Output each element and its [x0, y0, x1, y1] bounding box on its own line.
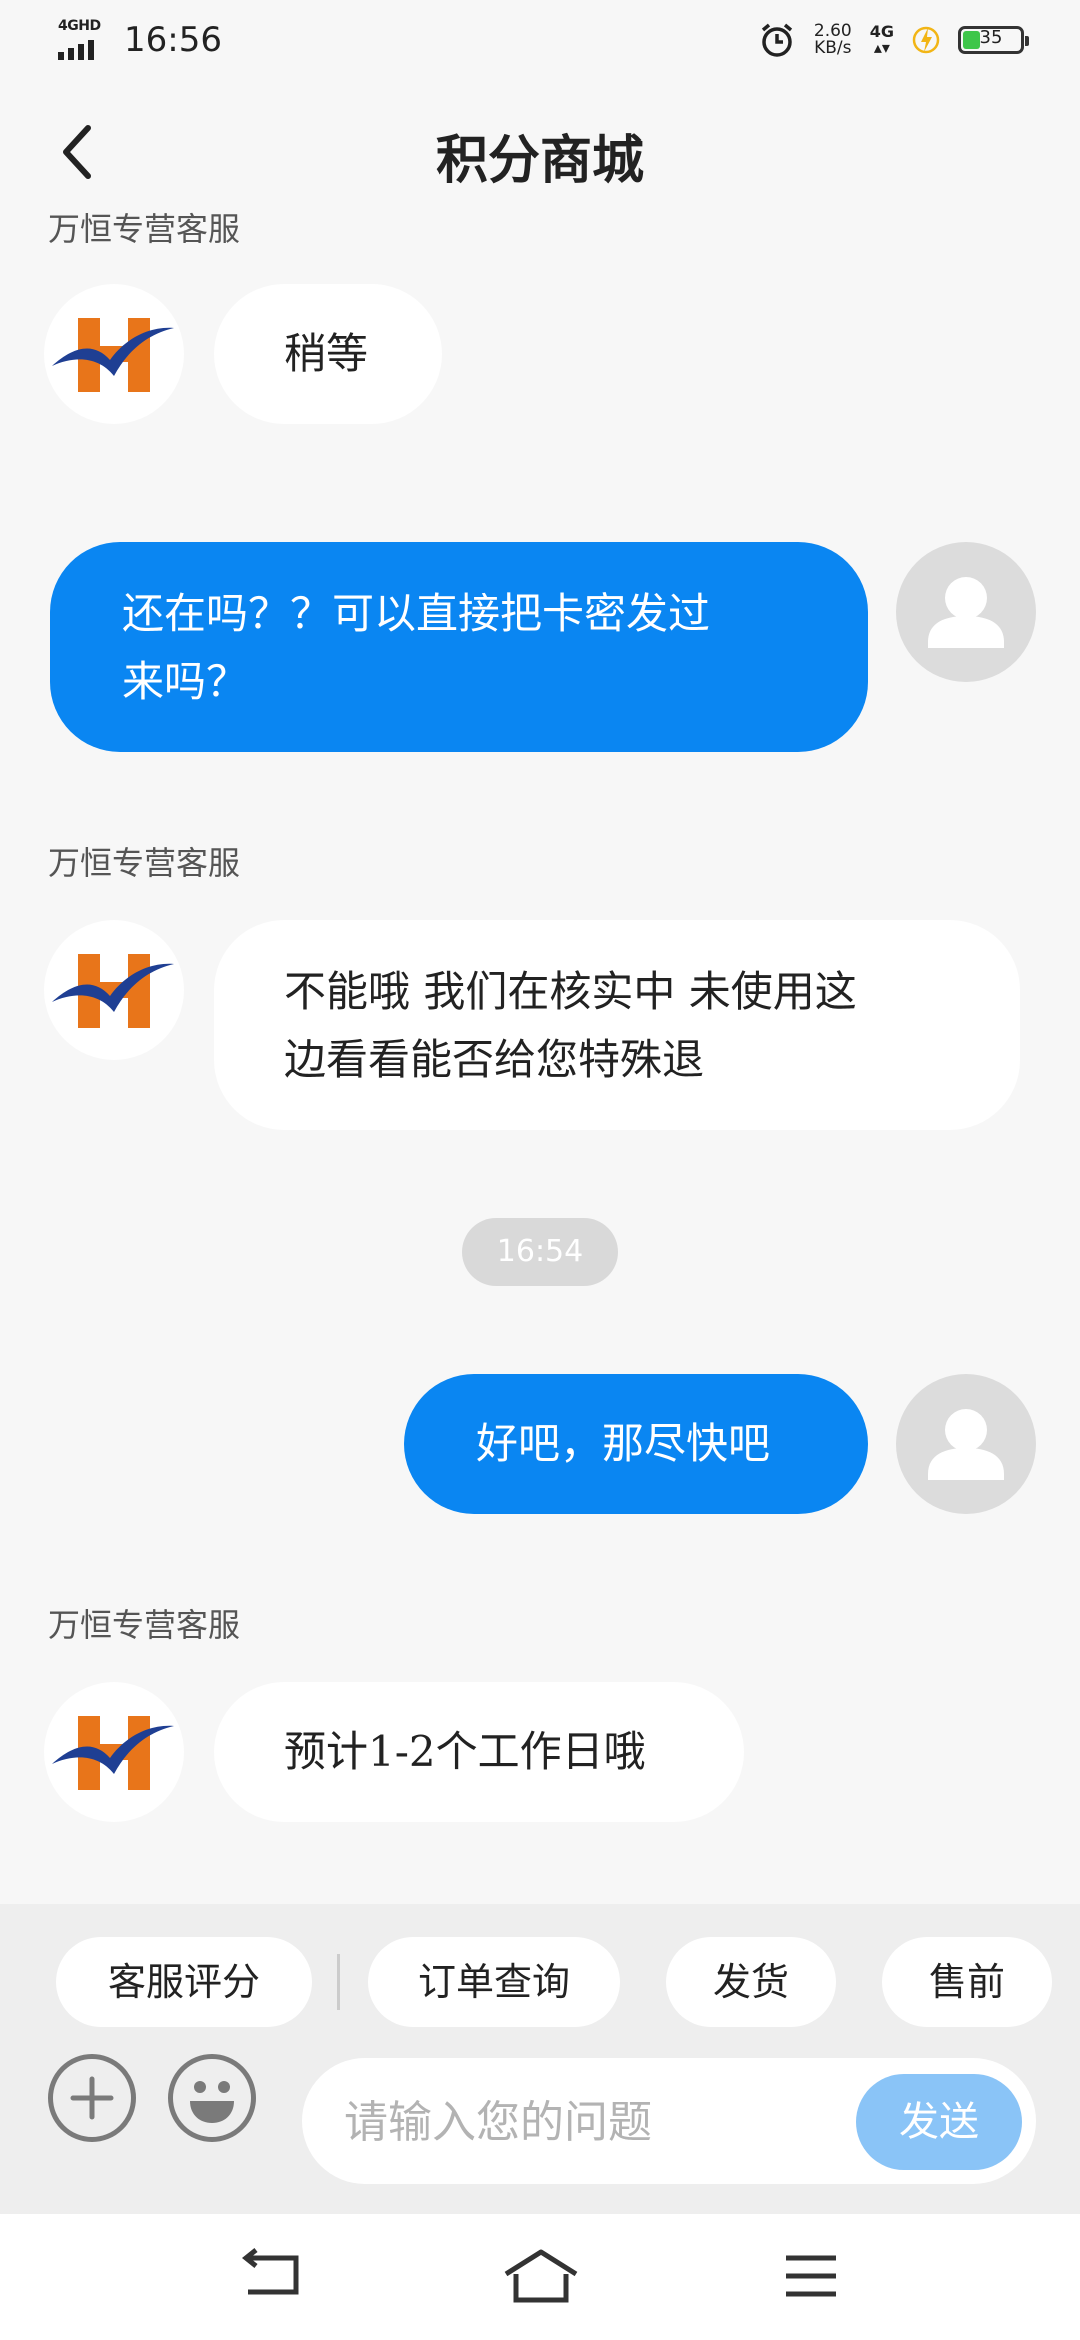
status-time: 16:56: [124, 20, 222, 60]
alarm-icon: [761, 23, 792, 57]
message-bubble-agent: 预计1-2个工作日哦: [214, 1682, 744, 1822]
charging-icon: [912, 26, 940, 54]
message-text-line: 来吗？: [122, 657, 249, 706]
quick-reply-presales[interactable]: 售前: [882, 1937, 1052, 2027]
system-nav-bar: [0, 2214, 1080, 2340]
plus-icon: [70, 2076, 114, 2120]
message-text: 好吧，那尽快吧: [476, 1419, 771, 1468]
data-arrows-icon: ▴▾: [873, 38, 890, 57]
sender-name: 万恒专营客服: [48, 210, 241, 248]
status-bar-left: 4GHD 16:56: [56, 18, 222, 62]
person-icon: [928, 1409, 1004, 1480]
message-text-line: 还在吗？？可以直接把卡密发过: [122, 589, 711, 638]
quick-reply-divider: [337, 1954, 340, 2010]
status-bar-right: 2.60 KB/s 4G ▴▾ 35: [758, 21, 1029, 59]
user-avatar[interactable]: [896, 1374, 1036, 1514]
message-bubble-agent: 稍等: [214, 284, 442, 424]
message-text: 稍等: [284, 329, 369, 378]
emoji-icon: [190, 2081, 234, 2123]
chevron-left-icon: [63, 125, 91, 179]
brand-logo-icon: [52, 318, 174, 392]
message-text: 预计1-2个工作日哦: [284, 1727, 646, 1776]
message-bubble-user: 好吧，那尽快吧: [404, 1374, 868, 1514]
agent-avatar[interactable]: [44, 1682, 184, 1822]
message-text-line: 边看看能否给您特殊退: [284, 1035, 705, 1084]
page-title: 积分商城: [435, 131, 644, 191]
quick-reply-rating[interactable]: 客服评分: [56, 1937, 312, 2027]
battery-icon: 35: [958, 26, 1029, 54]
battery-percent: 35: [979, 27, 1003, 48]
message-bubble-agent: 不能哦 我们在核实中 未使用这 边看看能否给您特殊退: [214, 920, 1020, 1130]
timestamp-pill: 16:54: [462, 1218, 618, 1286]
person-icon: [928, 577, 1004, 648]
sender-name: 万恒专营客服: [48, 1606, 241, 1644]
menu-nav-icon: [786, 2255, 836, 2297]
back-nav-icon: [241, 2248, 299, 2295]
sender-name: 万恒专营客服: [48, 844, 241, 882]
quick-reply-order-query[interactable]: 订单查询: [368, 1937, 620, 2027]
network-type-label: 4GHD: [58, 18, 101, 34]
quick-reply-shipping[interactable]: 发货: [666, 1937, 836, 2027]
nav-home-button[interactable]: [496, 2244, 586, 2308]
back-button[interactable]: [50, 120, 110, 184]
nav-menu-button[interactable]: [766, 2244, 856, 2308]
header: 积分商城: [0, 100, 1080, 204]
message-bubble-user: 还在吗？？可以直接把卡密发过 来吗？: [50, 542, 868, 752]
net-speed: 2.60 KB/s: [814, 23, 852, 57]
nav-back-button[interactable]: [226, 2244, 316, 2308]
agent-avatar[interactable]: [44, 920, 184, 1060]
agent-avatar[interactable]: [44, 284, 184, 424]
emoji-button[interactable]: [168, 2054, 256, 2142]
brand-logo-icon: [52, 954, 174, 1028]
send-button[interactable]: 发送: [856, 2074, 1022, 2170]
net-speed-unit: KB/s: [814, 38, 852, 58]
home-nav-icon: [504, 2249, 578, 2303]
message-input-box: 发送: [302, 2058, 1036, 2184]
add-button[interactable]: [48, 2054, 136, 2142]
status-bar: 4GHD 16:56 2.60 KB/s 4G ▴▾ 35: [0, 0, 1080, 80]
signal-icon: 4GHD: [56, 18, 106, 62]
user-avatar[interactable]: [896, 542, 1036, 682]
brand-logo-icon: [52, 1716, 174, 1790]
message-input[interactable]: [342, 2078, 816, 2166]
mobile-data-indicator: 4G ▴▾: [870, 24, 894, 56]
message-text-line: 不能哦 我们在核实中 未使用这: [284, 967, 857, 1016]
